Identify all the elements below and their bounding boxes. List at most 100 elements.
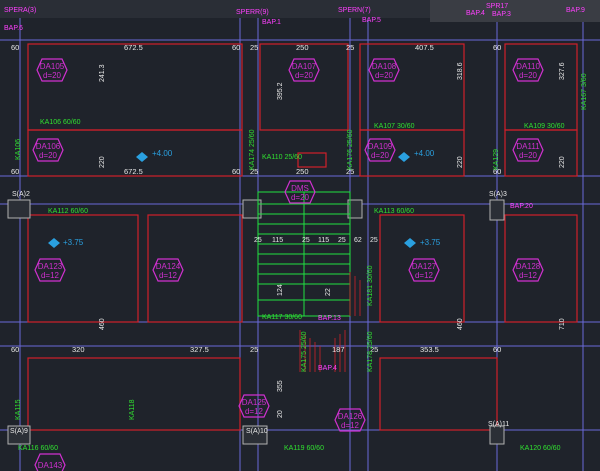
column-label[interactable]: S(A)9 <box>10 428 28 435</box>
slab-tag[interactable]: DA106d=20 <box>32 138 64 162</box>
beam-label[interactable]: KA106 60/60 <box>40 119 81 126</box>
top-tag[interactable]: BAP.4 <box>466 10 485 17</box>
dimension-row-mid: 60 672.5 60 25 250 25 60 <box>11 167 501 176</box>
beam-label[interactable]: KA110 25/60 <box>262 154 302 161</box>
top-tag[interactable]: SPERR(9) <box>236 9 269 16</box>
level-marker-icon <box>404 238 416 248</box>
dimension-label: 25 <box>370 237 378 244</box>
beam-label[interactable]: KA129 <box>493 149 500 170</box>
slab-tag-thickness: d=20 <box>371 151 390 160</box>
slab-tag-name: DA107 <box>292 62 317 71</box>
slab-tag-name: DMS <box>291 184 309 193</box>
beam-label[interactable]: KA117 30/60 <box>262 314 302 321</box>
dimension-label: 395.2 <box>277 82 284 100</box>
dimension-label: 327.6 <box>559 62 566 80</box>
slab-tag-name: DA126 <box>338 412 363 421</box>
slab-outline <box>27 43 243 131</box>
dimension-label: 460 <box>99 318 106 330</box>
dimension-label: 60 <box>493 345 501 354</box>
slab-tag-name: DA143 <box>38 461 63 470</box>
beam-label[interactable]: KA119 60/60 <box>284 445 324 452</box>
slab-tag[interactable]: DA109d=20 <box>364 138 396 162</box>
level-marker-text: +3.75 <box>63 238 84 247</box>
beam-label[interactable]: KA113 60/60 <box>374 208 414 215</box>
dimension-label: 62 <box>354 237 362 244</box>
dimension-label: 460 <box>457 318 464 330</box>
stair-dimensions: 25 115 25 115 25 62 25 <box>254 237 378 244</box>
top-tag[interactable]: BAP.5 <box>362 17 381 24</box>
top-tag[interactable]: BAP.6 <box>4 25 23 32</box>
slab-outline <box>504 43 578 131</box>
dimension-label: 318.6 <box>457 62 464 80</box>
beam-label[interactable]: KA112 60/60 <box>48 208 88 215</box>
beam-label[interactable]: KA109 30/60 <box>524 123 565 130</box>
beam-tag[interactable]: BAP.20 <box>510 203 533 210</box>
level-marker-icon <box>48 238 60 248</box>
slab-tag-thickness: d=12 <box>415 271 434 280</box>
column-label[interactable]: S(A)3 <box>489 191 507 198</box>
column-label[interactable]: S(A)2 <box>12 191 30 198</box>
cad-drawing-canvas[interactable]: SPERA(3) SPERR(9) SPERN(7) SPR17 BAP.6 B… <box>0 0 600 471</box>
dimension-label: 115 <box>272 237 283 244</box>
column[interactable] <box>7 199 31 219</box>
dimension-label: 115 <box>318 237 329 244</box>
slab-tag[interactable]: DA126d=12 <box>334 408 366 432</box>
slab-tag-name: DA111 <box>516 142 540 151</box>
dimension-label: 672.5 <box>124 43 143 52</box>
slab-tag-name: DA108 <box>372 62 397 71</box>
slab-tag-thickness: d=12 <box>341 421 360 430</box>
level-marker-icon <box>136 152 148 162</box>
column[interactable] <box>489 199 505 221</box>
beam-label[interactable]: KA174 25/60 <box>249 129 256 170</box>
slab-tag[interactable]: DA125d=12 <box>238 394 270 418</box>
slab-tag-name: DA128 <box>516 262 541 271</box>
dimension-label: 220 <box>457 156 464 168</box>
top-tag[interactable]: BAP.9 <box>566 7 585 14</box>
beam-label[interactable]: KA167 3/60 <box>581 73 588 110</box>
dimension-label: 710 <box>559 318 566 330</box>
beam-label[interactable]: KA181 30/60 <box>367 265 374 306</box>
beam-label[interactable]: KA120 60/60 <box>520 445 561 452</box>
slab-tag[interactable]: DA123d=12 <box>34 258 66 282</box>
top-tag[interactable]: BAP.1 <box>262 19 281 26</box>
beam-label[interactable]: KA178 25/60 <box>367 331 374 372</box>
top-tag[interactable]: BAP.3 <box>492 11 511 18</box>
slab-tag-thickness: d=12 <box>159 271 178 280</box>
slab-tag[interactable]: DA110d=20 <box>512 58 544 82</box>
beam-label[interactable]: KA116 60/60 <box>18 445 58 452</box>
dimension-label: 124 <box>277 284 284 296</box>
beam-label[interactable]: KA175 25/60 <box>301 331 308 372</box>
dimension-label: 250 <box>296 167 309 176</box>
stair-block <box>257 191 351 317</box>
dimension-label: 22 <box>325 288 332 296</box>
beam-label[interactable]: KA118 <box>129 399 136 420</box>
slab-tag-name: DA125 <box>242 398 267 407</box>
slab-tag[interactable]: DA108d=20 <box>368 58 400 82</box>
slab-tag[interactable]: DA143 <box>34 453 66 471</box>
top-tag[interactable]: SPERN(7) <box>338 7 371 14</box>
slab-tag-name: DA127 <box>412 262 437 271</box>
beam-label[interactable]: KA115 <box>15 399 22 420</box>
slab-outline <box>297 152 327 168</box>
top-tag[interactable]: SPR17 <box>486 3 508 10</box>
slab-tag[interactable]: DA127d=12 <box>408 258 440 282</box>
column-label[interactable]: S(A)11 <box>488 421 509 428</box>
beam-tag[interactable]: BAP.13 <box>318 315 341 322</box>
slab-tag[interactable]: DA107d=20 <box>288 58 320 82</box>
top-tag[interactable]: SPERA(3) <box>4 7 36 14</box>
beam-label[interactable]: KA106 <box>15 139 22 160</box>
beam-tag[interactable]: BAP.4 <box>318 365 337 372</box>
dimension-label: 220 <box>99 156 106 168</box>
slab-tag[interactable]: DA128d=12 <box>512 258 544 282</box>
dimension-label: 320 <box>72 345 85 354</box>
floor-plan-drawing[interactable]: SPERA(3) SPERR(9) SPERN(7) SPR17 BAP.6 B… <box>0 0 600 471</box>
slab-tag[interactable]: DA111d=20 <box>512 138 544 162</box>
column-label[interactable]: S(A)10 <box>246 428 268 435</box>
slab-tag-thickness: d=12 <box>41 271 60 280</box>
beam-label[interactable]: KA176 25/60 <box>347 129 354 170</box>
column[interactable] <box>489 425 505 445</box>
slab-tag-name: DA123 <box>38 262 63 271</box>
slab-tag[interactable]: DA105d=20 <box>36 58 68 82</box>
slab-tag[interactable]: DA124d=12 <box>152 258 184 282</box>
beam-label[interactable]: KA107 30/60 <box>374 123 415 130</box>
